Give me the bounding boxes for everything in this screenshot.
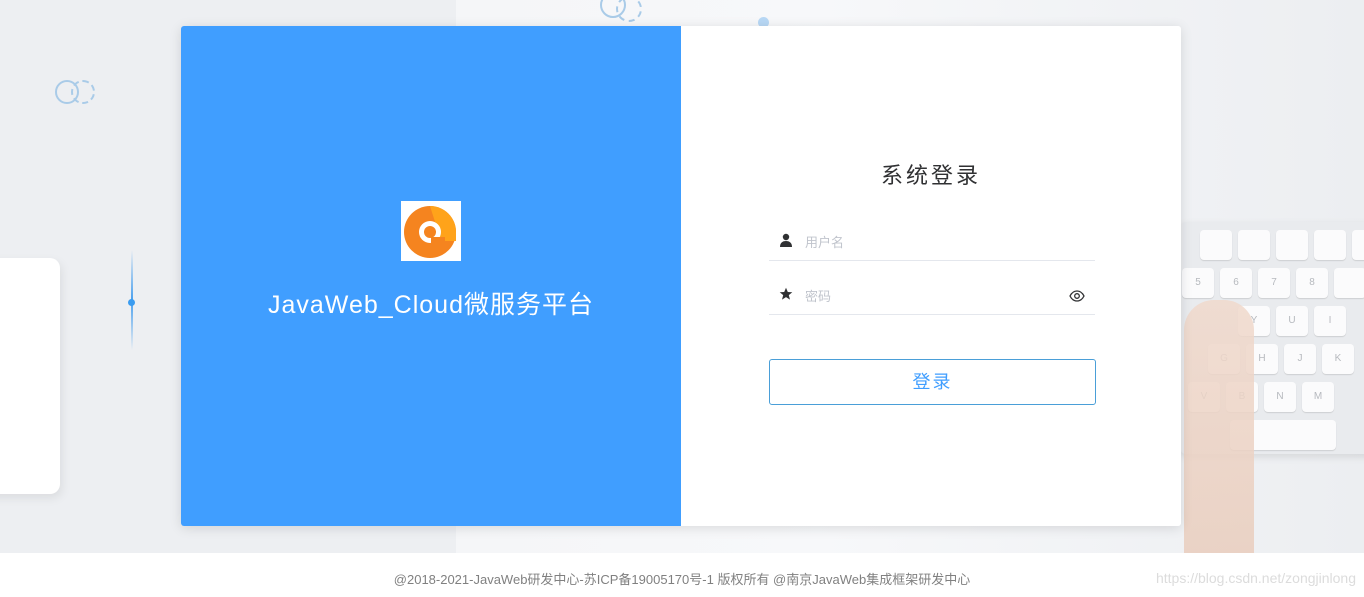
login-title: 系统登录: [880, 163, 981, 188]
login-panel: 系统登录 登录: [681, 26, 1181, 526]
brand-panel: JavaWeb_Cloud微服务平台: [181, 26, 681, 526]
keyboard-key: U: [1276, 306, 1308, 336]
background-hand: [1184, 300, 1254, 553]
platform-title: JavaWeb_Cloud微服务平台: [268, 291, 594, 319]
keyboard-key: 6: [1220, 268, 1252, 298]
keyboard-key: 8: [1296, 268, 1328, 298]
keyboard-key: I: [1314, 306, 1346, 336]
keyboard-key: M: [1302, 382, 1334, 412]
username-input[interactable]: [803, 230, 1067, 254]
keyboard-key: 7: [1258, 268, 1290, 298]
keyboard-key: J: [1284, 344, 1316, 374]
decor-ring-dashed: [616, 0, 642, 22]
keyboard-key: K: [1322, 344, 1354, 374]
decor-dot: [128, 299, 135, 306]
keyboard-key: 5: [1182, 268, 1214, 298]
orange-chat-bubble-logo-icon: [401, 201, 461, 261]
user-icon: [779, 233, 793, 247]
decor-ring-dashed: [71, 80, 95, 104]
password-input[interactable]: [803, 284, 1067, 308]
login-card: JavaWeb_Cloud微服务平台 系统登录 用户名 登录: [181, 26, 1181, 526]
background-tablet: [0, 258, 60, 494]
star-icon: [779, 287, 793, 301]
eye-icon[interactable]: [1069, 289, 1085, 302]
footer: @2018-2021-JavaWeb研发中心-苏ICP备19005170号-1 …: [0, 553, 1364, 597]
password-field: [769, 278, 1095, 315]
username-field: [769, 224, 1095, 261]
keyboard-key: N: [1264, 382, 1296, 412]
watermark-text: https://blog.csdn.net/zongjinlong: [1155, 570, 1356, 586]
login-button[interactable]: 登录: [769, 359, 1096, 405]
